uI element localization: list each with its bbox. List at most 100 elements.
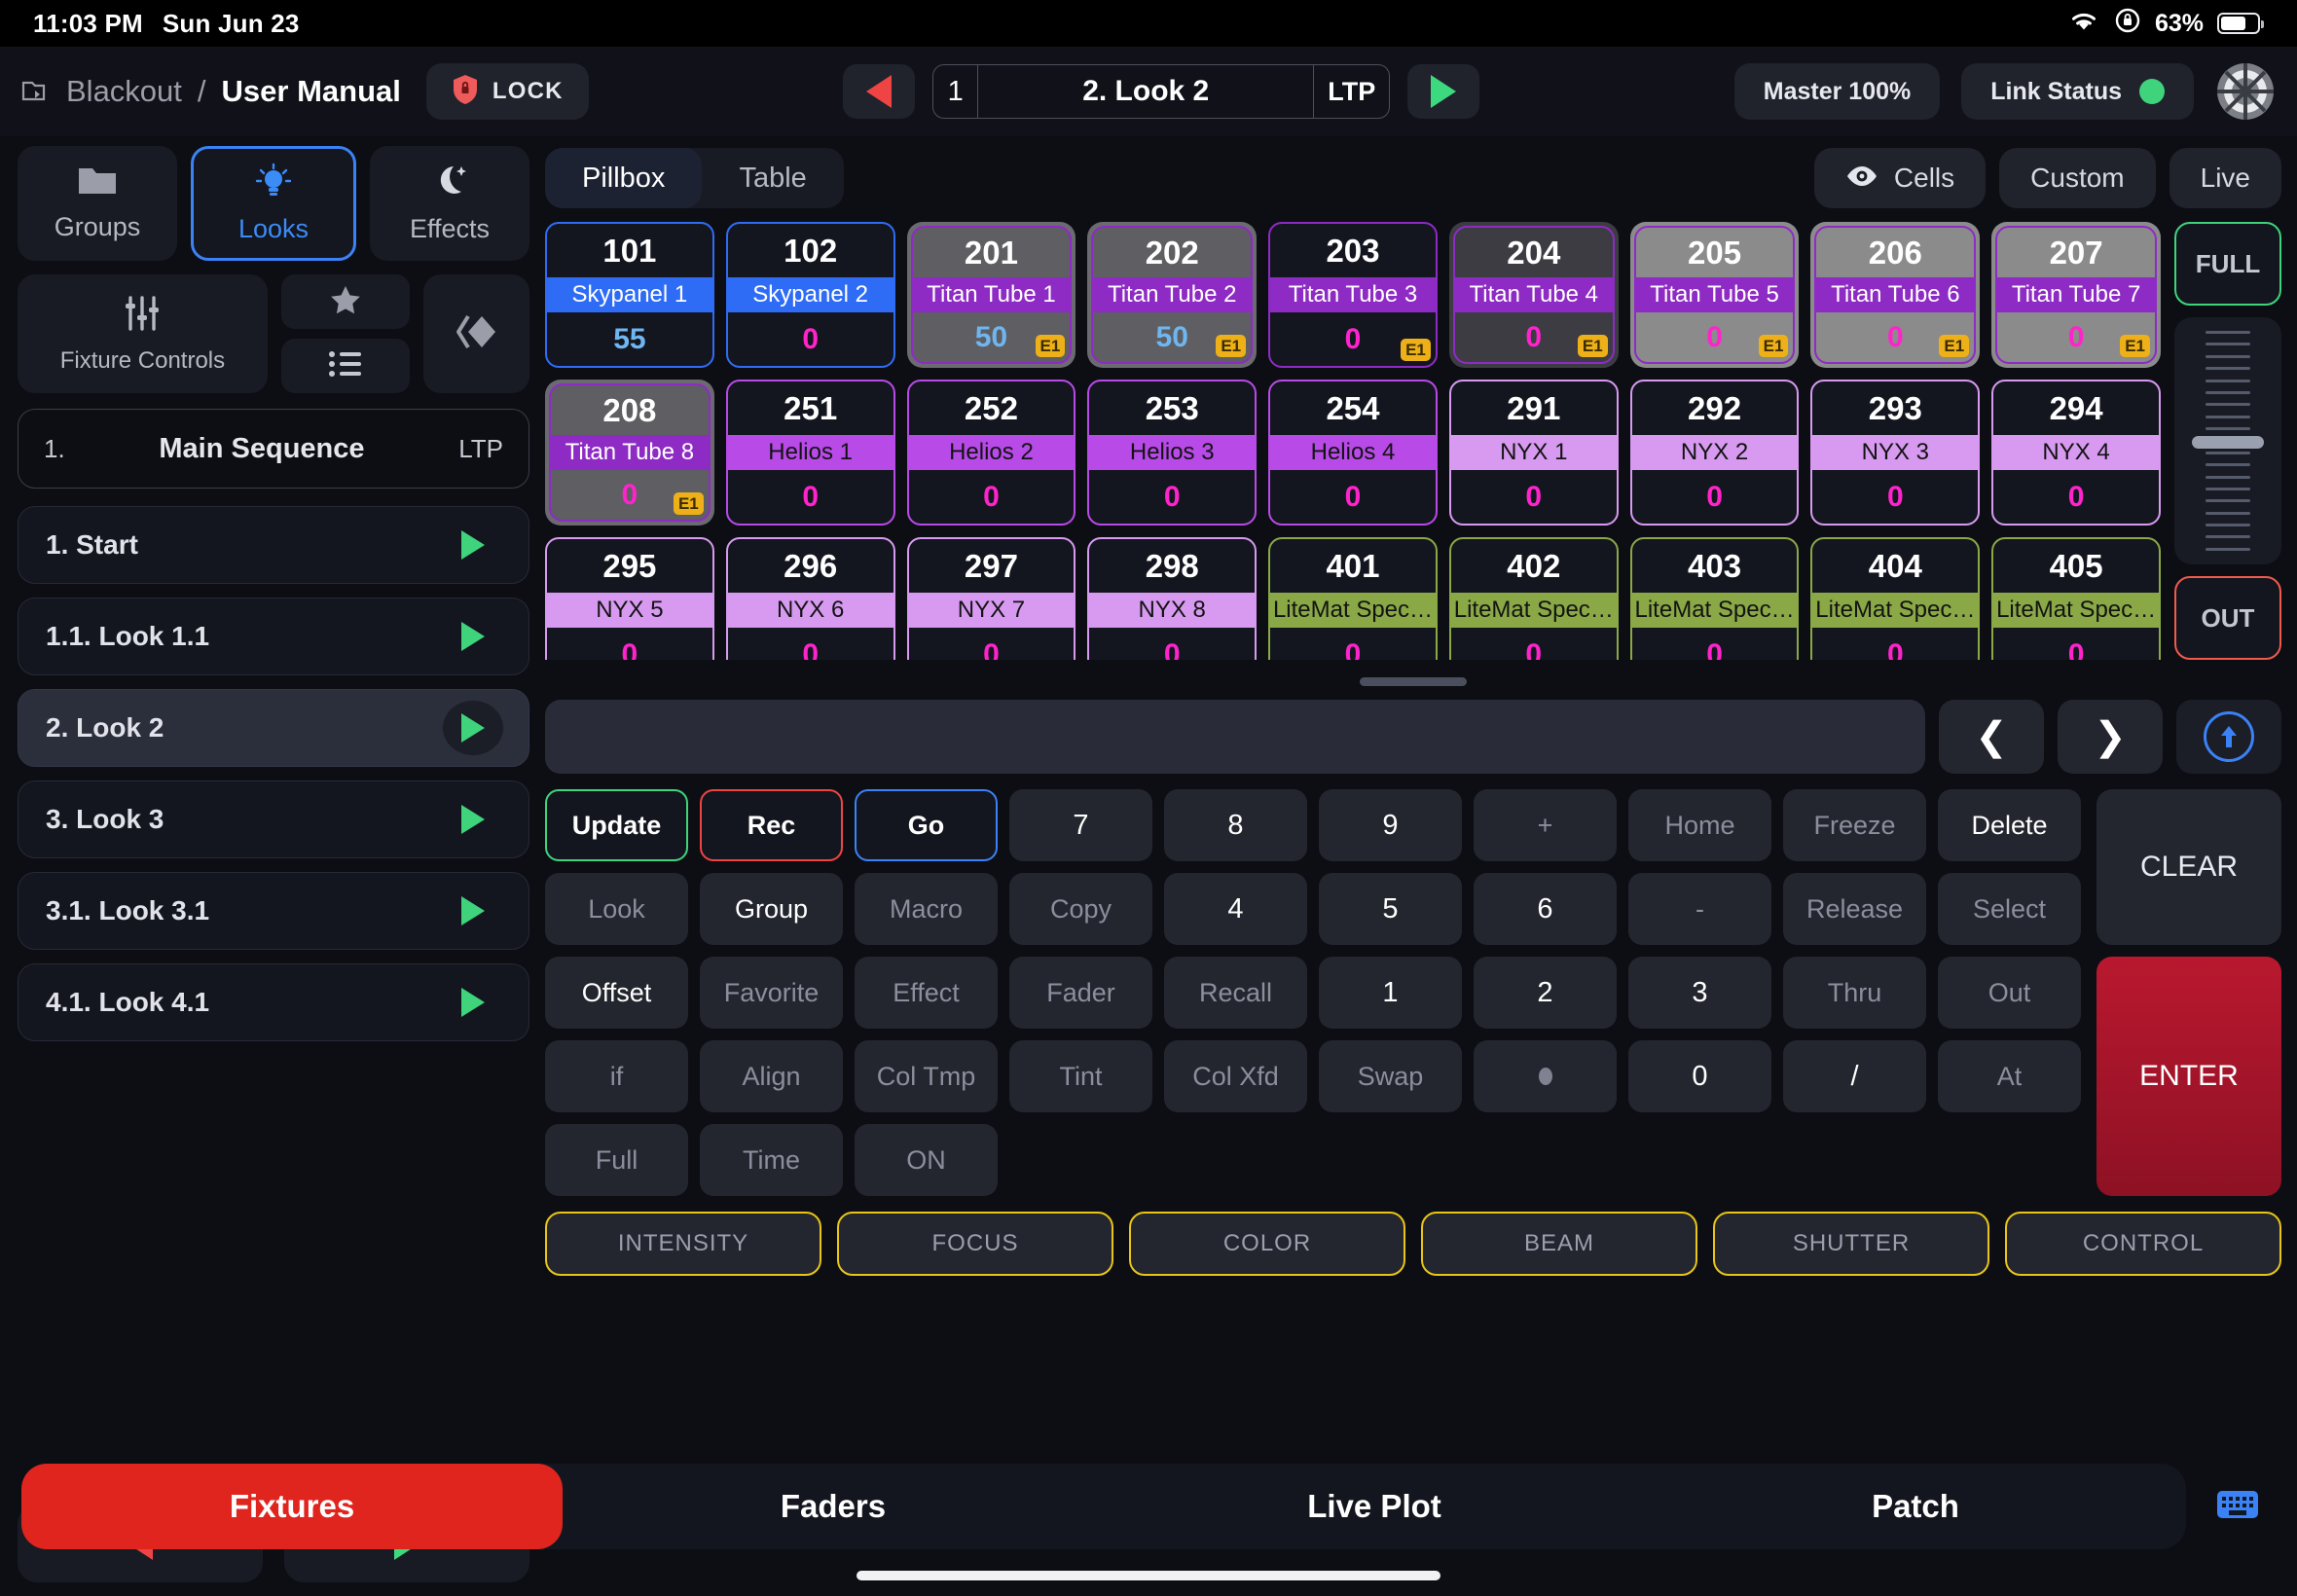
fixture-pill[interactable]: 207Titan Tube 70E1 <box>1995 226 2157 364</box>
cells-toggle-button[interactable]: Cells <box>1814 148 1986 208</box>
breadcrumb-show[interactable]: Blackout <box>66 74 182 109</box>
fixture-pill[interactable]: 294NYX 40 <box>1991 380 2161 526</box>
keypad-key[interactable]: 9 <box>1319 789 1462 861</box>
keypad-key[interactable]: 6 <box>1474 873 1617 945</box>
keypad-key[interactable]: 0 <box>1628 1040 1771 1112</box>
keypad-key[interactable]: Swap <box>1319 1040 1462 1112</box>
bottom-nav-item[interactable]: Fixtures <box>21 1464 563 1549</box>
bottom-nav-item[interactable]: Live Plot <box>1104 1464 1645 1549</box>
keypad-key[interactable]: Col Tmp <box>855 1040 998 1112</box>
look-list-item[interactable]: 2. Look 2 <box>18 689 529 767</box>
breadcrumb-file[interactable]: User Manual <box>222 74 401 109</box>
fixture-pill[interactable]: 292NYX 20 <box>1630 380 1800 526</box>
fixture-cell[interactable]: 298NYX 80 <box>1087 537 1257 660</box>
keypad-key[interactable]: Full <box>545 1124 688 1196</box>
fixture-cell[interactable]: 405LiteMat Spec…0 <box>1991 537 2161 660</box>
fixture-cell[interactable]: 201Titan Tube 150E1 <box>907 222 1076 368</box>
list-view-button[interactable] <box>281 339 410 393</box>
keypad-key[interactable]: Recall <box>1164 957 1307 1029</box>
fixture-pill[interactable]: 291NYX 10 <box>1449 380 1619 526</box>
command-next-button[interactable]: ❯ <box>2058 700 2163 774</box>
fixture-pill[interactable]: 402LiteMat Spec…0 <box>1449 537 1619 660</box>
attribute-button[interactable]: FOCUS <box>837 1212 1113 1276</box>
fixture-cell[interactable]: 252Helios 20 <box>907 380 1076 526</box>
keypad-key[interactable]: / <box>1783 1040 1926 1112</box>
attribute-button[interactable]: COLOR <box>1129 1212 1405 1276</box>
fixture-cell[interactable]: 293NYX 30 <box>1810 380 1980 526</box>
attribute-button[interactable]: SHUTTER <box>1713 1212 1989 1276</box>
fixture-pill[interactable]: 404LiteMat Spec…0 <box>1810 537 1980 660</box>
look-list-item[interactable]: 4.1. Look 4.1 <box>18 963 529 1041</box>
command-prev-button[interactable]: ❮ <box>1939 700 2044 774</box>
fixture-pill[interactable]: 206Titan Tube 60E1 <box>1814 226 1976 364</box>
enter-button[interactable]: ENTER <box>2096 957 2281 1196</box>
keypad-key[interactable]: if <box>545 1040 688 1112</box>
keypad-key[interactable]: Freeze <box>1783 789 1926 861</box>
fixture-pill[interactable]: 295NYX 50 <box>545 537 714 660</box>
current-cue-display[interactable]: 1 2. Look 2 LTP <box>932 64 1390 119</box>
fixture-pill[interactable]: 201Titan Tube 150E1 <box>911 226 1073 364</box>
full-button[interactable]: FULL <box>2174 222 2281 306</box>
keypad-key[interactable]: Col Xfd <box>1164 1040 1307 1112</box>
keypad-key[interactable]: 2 <box>1474 957 1617 1029</box>
fixture-cell[interactable]: 102Skypanel 20 <box>726 222 895 368</box>
fixture-pill[interactable]: 254Helios 40 <box>1268 380 1438 526</box>
attribute-button[interactable]: CONTROL <box>2005 1212 2281 1276</box>
fixture-pill[interactable]: 203Titan Tube 30E1 <box>1268 222 1438 368</box>
keypad-key[interactable]: Home <box>1628 789 1771 861</box>
bottom-nav-item[interactable]: Faders <box>563 1464 1104 1549</box>
keypad-key[interactable]: Time <box>700 1124 843 1196</box>
look-go-button[interactable] <box>443 884 503 938</box>
keypad-key[interactable]: Thru <box>1783 957 1926 1029</box>
keypad-key[interactable]: 1 <box>1319 957 1462 1029</box>
keypad-key[interactable]: 7 <box>1009 789 1152 861</box>
keypad-key[interactable]: Delete <box>1938 789 2081 861</box>
fixture-cell[interactable]: 205Titan Tube 50E1 <box>1630 222 1800 368</box>
fixture-cell[interactable]: 204Titan Tube 40E1 <box>1449 222 1619 368</box>
fixture-cell[interactable]: 251Helios 10 <box>726 380 895 526</box>
breadcrumb[interactable]: Blackout / User Manual <box>21 74 401 109</box>
keyboard-button[interactable] <box>2200 1464 2276 1549</box>
tab-pillbox[interactable]: Pillbox <box>545 148 702 208</box>
fixture-cell[interactable]: 208Titan Tube 80E1 <box>545 380 714 526</box>
sequence-header[interactable]: 1. Main Sequence LTP <box>18 409 529 489</box>
fixture-cell[interactable]: 254Helios 40 <box>1268 380 1438 526</box>
sidebar-item-groups[interactable]: Groups <box>18 146 177 261</box>
fixture-cell[interactable]: 202Titan Tube 250E1 <box>1087 222 1257 368</box>
look-go-button[interactable] <box>443 975 503 1030</box>
keypad-key[interactable]: 5 <box>1319 873 1462 945</box>
fixture-pill[interactable]: 253Helios 30 <box>1087 380 1257 526</box>
out-button[interactable]: OUT <box>2174 576 2281 660</box>
keypad-key[interactable]: Effect <box>855 957 998 1029</box>
attribute-button[interactable]: BEAM <box>1421 1212 1697 1276</box>
keypad-key[interactable]: Favorite <box>700 957 843 1029</box>
look-list-item[interactable]: 3.1. Look 3.1 <box>18 872 529 950</box>
fixture-cell[interactable]: 207Titan Tube 70E1 <box>1991 222 2161 368</box>
fixture-cell[interactable]: 203Titan Tube 30E1 <box>1268 222 1438 368</box>
clear-button[interactable]: CLEAR <box>2096 789 2281 945</box>
keypad-key[interactable]: Group <box>700 873 843 945</box>
keypad-key[interactable]: Rec <box>700 789 843 861</box>
look-go-button[interactable] <box>443 518 503 572</box>
command-input[interactable] <box>545 700 1925 774</box>
master-button[interactable]: Master 100% <box>1734 63 1940 120</box>
fixture-cell[interactable]: 206Titan Tube 60E1 <box>1810 222 1980 368</box>
keypad-key[interactable]: Fader <box>1009 957 1152 1029</box>
fixture-pill[interactable]: 204Titan Tube 40E1 <box>1453 226 1615 364</box>
keypad-key[interactable]: Copy <box>1009 873 1152 945</box>
fixture-pill[interactable]: 297NYX 70 <box>907 537 1076 660</box>
fixture-pill[interactable]: 101Skypanel 155 <box>545 222 714 368</box>
fixture-pill[interactable]: 405LiteMat Spec…0 <box>1991 537 2161 660</box>
keypad-key[interactable]: Look <box>545 873 688 945</box>
keypad-key[interactable] <box>1474 1040 1617 1112</box>
look-list-item[interactable]: 3. Look 3 <box>18 780 529 858</box>
keypad-key[interactable]: Update <box>545 789 688 861</box>
fixture-pill[interactable]: 205Titan Tube 50E1 <box>1634 226 1796 364</box>
next-cue-button[interactable] <box>1407 64 1479 119</box>
fixture-pill[interactable]: 202Titan Tube 250E1 <box>1091 226 1253 364</box>
look-go-button[interactable] <box>443 792 503 847</box>
fixture-cell[interactable]: 403LiteMat Spec…0 <box>1630 537 1800 660</box>
folder-export-icon[interactable] <box>21 79 51 104</box>
bottom-nav-item[interactable]: Patch <box>1645 1464 2186 1549</box>
encoder-wheel-icon[interactable] <box>2215 61 2276 122</box>
